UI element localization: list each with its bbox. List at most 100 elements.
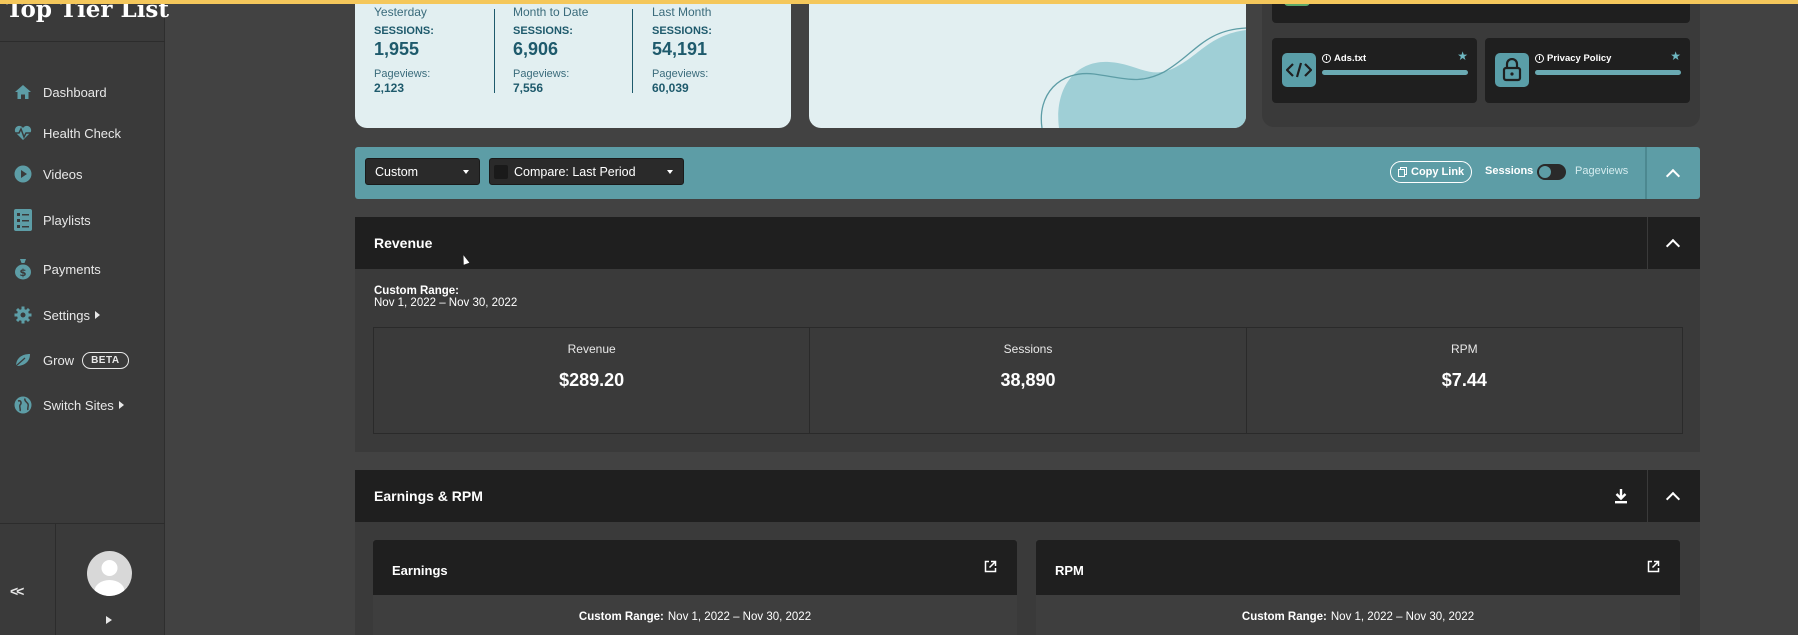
stat-sessions-label: SESSIONS: — [374, 25, 434, 37]
filter-bar: Custom Compare: Last Period Copy Link Se… — [355, 147, 1700, 199]
sidebar-item-playlists[interactable]: Playlists — [0, 203, 165, 237]
stat-sessions-label: SESSIONS: — [513, 25, 573, 37]
sidebar-item-settings[interactable]: Settings — [0, 298, 165, 332]
stat-pageviews-value: 2,123 — [374, 81, 405, 95]
tool-ads-txt[interactable]: i Ads.txt ★ — [1272, 38, 1477, 103]
revenue-title: Revenue — [374, 235, 433, 251]
earnings-card-header — [373, 540, 1017, 595]
wave-illustration — [1040, 27, 1246, 128]
rpm-card-header — [1036, 540, 1680, 595]
avatar[interactable] — [87, 551, 132, 596]
date-range-select[interactable]: Custom — [365, 158, 480, 185]
earnings-range: Custom Range: Nov 1, 2022 – Nov 30, 2022 — [578, 611, 812, 623]
code-icon — [1282, 53, 1316, 87]
metric-value: 38,890 — [1000, 370, 1056, 390]
sidebar-divider — [0, 41, 165, 42]
header-divider — [1647, 470, 1648, 522]
home-icon — [13, 82, 33, 102]
sidebar-item-health-check[interactable]: Health Check — [0, 116, 165, 150]
earnings-rpm-section-header: Earnings & RPM — [355, 470, 1700, 522]
metric-value: $289.20 — [559, 370, 625, 390]
collapse-sidebar-button[interactable]: << — [10, 583, 24, 599]
stat-sessions-value: 6,906 — [513, 39, 559, 59]
external-link-icon[interactable] — [1647, 560, 1660, 578]
lock-icon — [1495, 53, 1529, 87]
rpm-range: Custom Range: Nov 1, 2022 – Nov 30, 2022 — [1241, 611, 1475, 623]
info-icon: i — [1322, 54, 1331, 63]
info-icon: i — [1535, 54, 1544, 63]
user-menu-caret-icon[interactable] — [106, 616, 112, 624]
sidebar-item-label: Playlists — [43, 212, 91, 228]
collapse-earnings-chevron-icon[interactable] — [1665, 491, 1681, 507]
star-icon[interactable]: ★ — [1670, 49, 1681, 63]
stat-divider — [632, 9, 633, 93]
stat-sessions-value: 54,191 — [652, 39, 708, 59]
gear-icon — [13, 305, 33, 325]
stat-pageviews-value: 7,556 — [513, 81, 544, 95]
metric-revenue: Revenue $289.20 — [374, 328, 811, 433]
tool-privacy-policy[interactable]: i Privacy Policy ★ — [1485, 38, 1690, 103]
earnings-rpm-title: Earnings & RPM — [374, 488, 483, 504]
sidebar-footer-divider — [0, 523, 165, 524]
stat-divider — [494, 9, 495, 93]
svg-text:$: $ — [20, 268, 27, 279]
stat-sessions-label: SESSIONS: — [652, 25, 712, 37]
money-bag-icon: $ — [13, 259, 33, 280]
dropdown-caret-icon — [463, 170, 469, 174]
sidebar-item-label: Dashboard — [43, 84, 107, 100]
metric-label: Sessions — [1003, 342, 1053, 356]
beta-badge: BETA — [82, 351, 129, 369]
caret-right-icon — [118, 401, 124, 409]
sidebar-item-label: Switch Sites — [43, 398, 124, 413]
copy-icon — [1398, 167, 1407, 177]
tool-status-bar — [1535, 70, 1681, 75]
decorative-wave-card — [809, 0, 1246, 128]
sidebar-item-dashboard[interactable]: Dashboard — [0, 75, 165, 109]
sidebar-item-payments[interactable]: $ Payments — [0, 252, 165, 286]
range-value: Nov 1, 2022 – Nov 30, 2022 — [374, 297, 518, 309]
sessions-pageviews-toggle[interactable] — [1537, 164, 1566, 180]
metric-label: RPM — [1450, 342, 1478, 356]
toggle-label-pageviews: Pageviews — [1575, 165, 1629, 177]
revenue-metrics: Revenue $289.20 Sessions 38,890 RPM $7.4… — [373, 327, 1683, 434]
compare-select[interactable]: Compare: Last Period — [489, 158, 684, 185]
leaf-icon — [13, 350, 33, 370]
earnings-card: Earnings Custom Range: Nov 1, 2022 – Nov … — [373, 540, 1017, 635]
metric-value: $7.44 — [1441, 370, 1487, 390]
sidebar-item-grow[interactable]: Grow BETA — [0, 343, 165, 377]
sidebar-item-switch-sites[interactable]: Switch Sites — [0, 388, 165, 422]
star-icon[interactable]: ★ — [1457, 49, 1468, 63]
header-divider — [1647, 217, 1648, 269]
toggle-label-sessions: Sessions — [1485, 165, 1534, 177]
sidebar-item-label: Videos — [43, 166, 83, 182]
collapse-revenue-chevron-icon[interactable] — [1665, 238, 1681, 254]
tool-status-bar — [1322, 70, 1468, 75]
rpm-card: RPM Custom Range: Nov 1, 2022 – Nov 30, 2… — [1036, 540, 1680, 635]
collapse-filters-chevron-icon[interactable] — [1665, 168, 1681, 184]
earnings-card-title: Earnings — [392, 563, 448, 578]
traffic-stats-card: Yesterday SESSIONS: 1,955 Pageviews: 2,1… — [355, 0, 791, 128]
site-tools-panel: i Ads.txt ★ i Privacy Policy ★ — [1262, 0, 1700, 127]
dropdown-caret-icon — [667, 170, 673, 174]
rpm-card-title: RPM — [1055, 563, 1084, 578]
sidebar-item-label: Health Check — [43, 125, 122, 141]
list-icon — [13, 209, 33, 231]
metric-sessions: Sessions 38,890 — [810, 328, 1247, 433]
revenue-section-header: Revenue — [355, 217, 1700, 269]
stat-pageviews-label: Pageviews: — [374, 68, 431, 80]
revenue-section-body: Custom Range: Nov 1, 2022 – Nov 30, 2022… — [355, 269, 1700, 452]
stat-period: Yesterday — [374, 5, 427, 19]
download-icon[interactable] — [1614, 488, 1628, 509]
copy-link-button[interactable]: Copy Link — [1390, 161, 1473, 183]
compare-value: Compare: Last Period — [514, 164, 636, 179]
globe-icon — [13, 395, 33, 415]
heartbeat-icon — [13, 123, 33, 143]
tool-name: i Ads.txt — [1322, 53, 1366, 64]
date-range-value: Custom — [375, 164, 419, 179]
external-link-icon[interactable] — [984, 560, 997, 578]
range-label: Custom Range: — [374, 285, 459, 297]
sidebar-item-videos[interactable]: Videos — [0, 157, 165, 191]
stat-month-to-date: Month to Date SESSIONS: 6,906 Pageviews:… — [513, 5, 588, 95]
sidebar-item-label: Payments — [43, 261, 101, 277]
sidebar-footer-separator — [55, 523, 56, 635]
